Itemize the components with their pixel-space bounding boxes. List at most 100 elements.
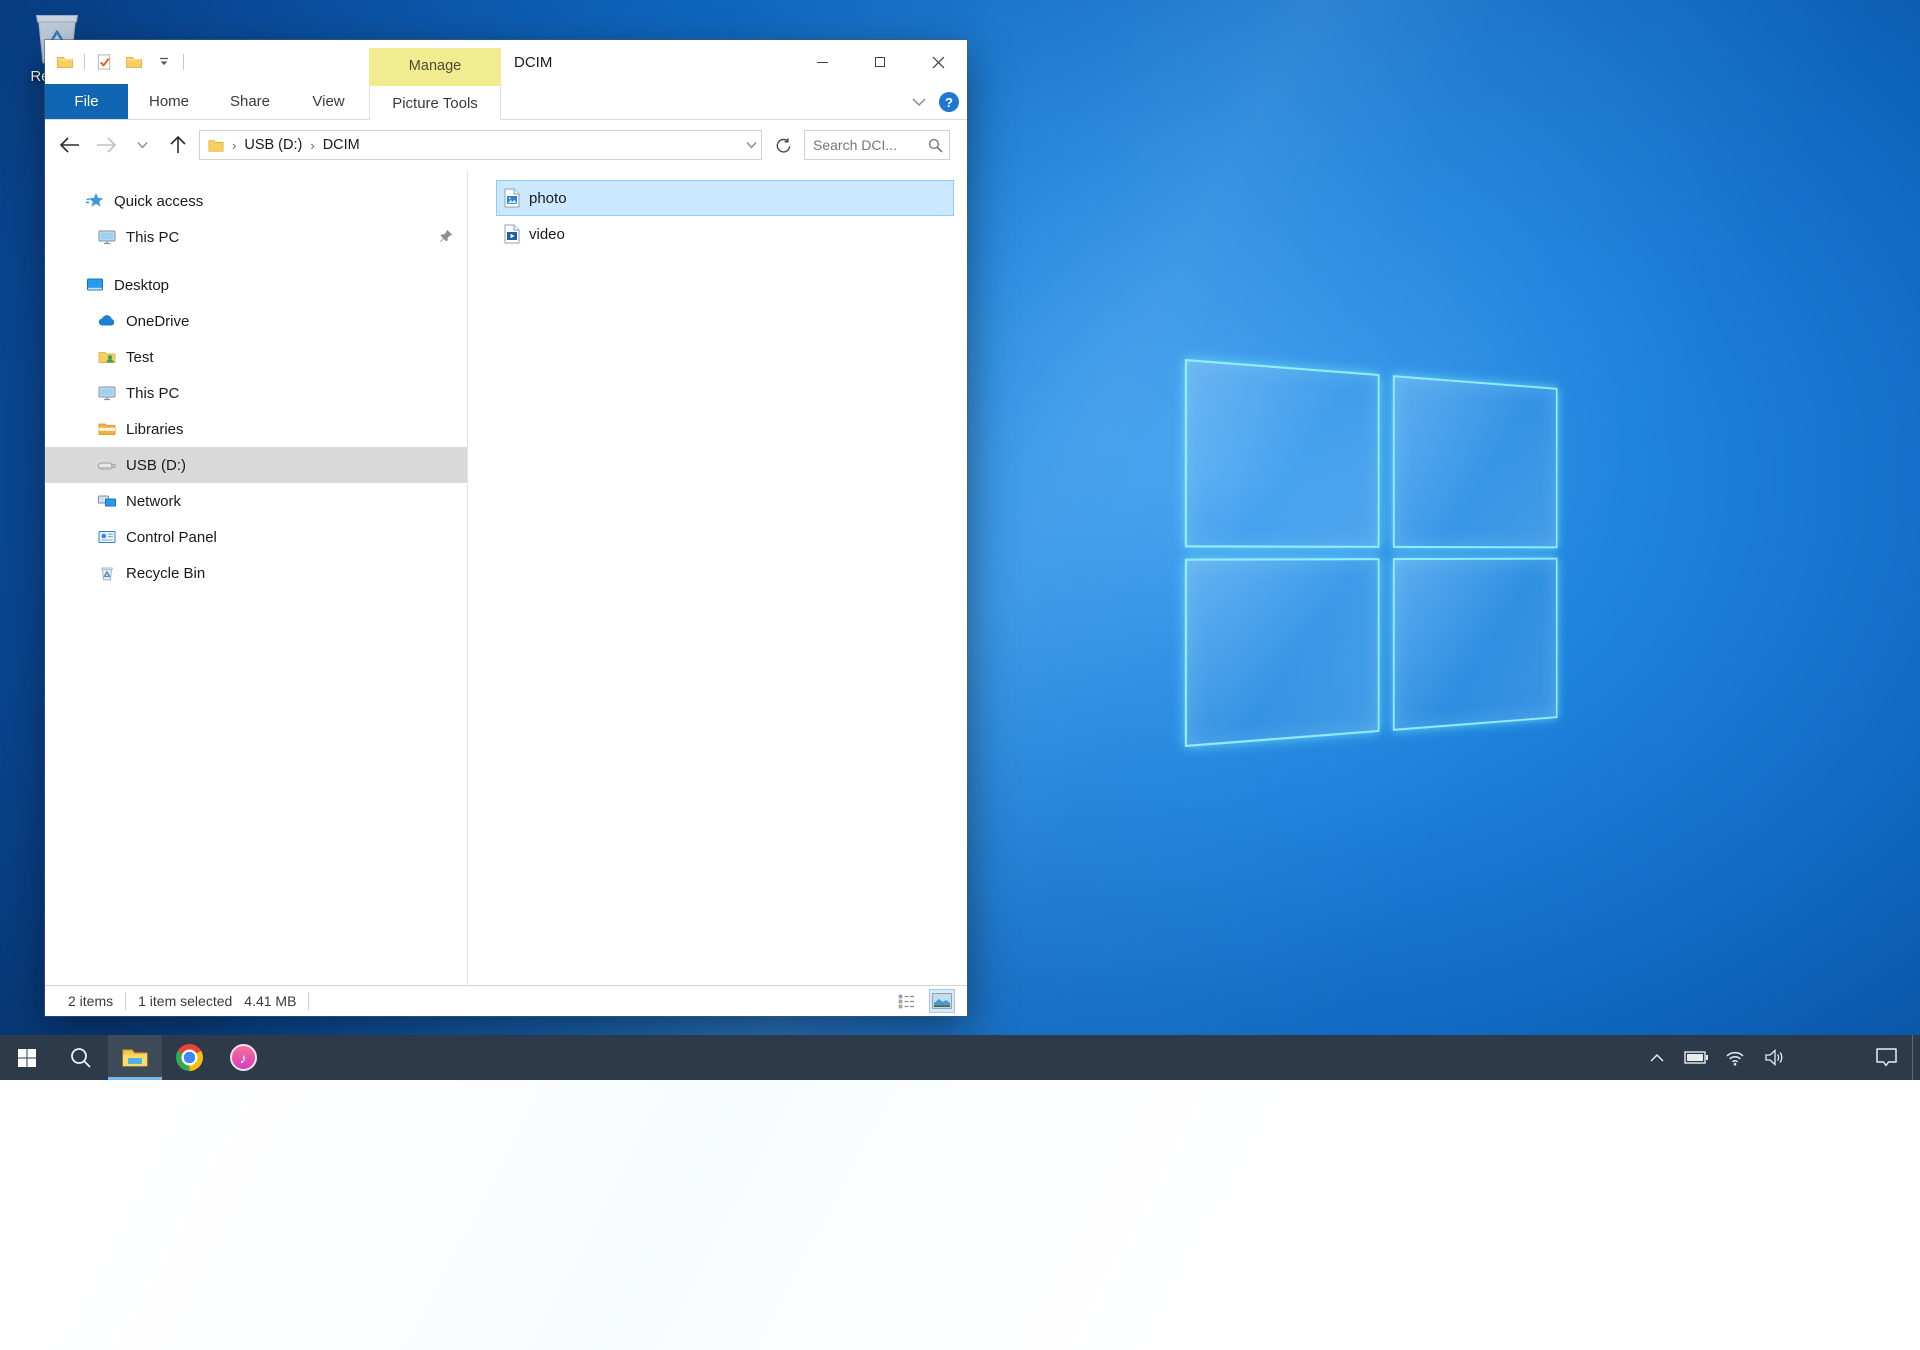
file-item-photo[interactable]: photo [496, 180, 954, 216]
file-list-pane[interactable]: photo video [468, 170, 967, 985]
quick-access-star-icon [85, 191, 105, 211]
maximize-icon [875, 57, 885, 67]
chrome-icon [176, 1044, 203, 1071]
file-explorer-window: Manage DCIM File Home Share View Picture… [45, 40, 967, 1016]
ribbon-right-controls: ? [911, 84, 959, 120]
search-box[interactable] [804, 130, 950, 160]
manage-contextual-group[interactable]: Manage [369, 48, 501, 84]
breadcrumb-chevron-icon: › [229, 138, 239, 153]
title-bar[interactable]: Manage DCIM [45, 40, 967, 84]
sidebar-item-onedrive[interactable]: OneDrive [45, 303, 467, 339]
close-button[interactable] [909, 40, 967, 84]
item-count: 2 items [68, 993, 113, 1009]
refresh-icon [775, 137, 792, 154]
search-icon[interactable] [928, 138, 943, 153]
music-note-glyph: ♪ [240, 1050, 247, 1066]
sidebar-item-label: Desktop [114, 277, 169, 294]
action-center-button[interactable] [1860, 1035, 1912, 1080]
ribbon-tab-row: File Home Share View Picture Tools ? [45, 84, 967, 120]
close-icon [932, 56, 945, 69]
minimize-button[interactable] [793, 40, 851, 84]
qat-new-folder-button[interactable] [123, 50, 145, 74]
toolbar-separator [84, 54, 85, 70]
action-center-icon [1875, 1047, 1898, 1068]
search-icon [69, 1046, 93, 1070]
new-folder-icon [125, 53, 143, 71]
tab-home[interactable]: Home [128, 84, 210, 119]
sidebar-item-label: Quick access [114, 193, 203, 210]
back-button[interactable] [55, 130, 85, 160]
wifi-status[interactable] [1716, 1035, 1754, 1080]
sidebar-item-desktop[interactable]: Desktop [45, 267, 467, 303]
window-title: DCIM [514, 40, 552, 84]
show-desktop-button[interactable] [1912, 1035, 1920, 1080]
navigation-pane: Quick access This PC Desktop [45, 170, 467, 985]
taskbar-file-explorer-button[interactable] [108, 1035, 162, 1080]
recent-locations-dropdown[interactable] [127, 130, 157, 160]
qat-properties-button[interactable] [93, 50, 115, 74]
expand-ribbon-chevron-icon[interactable] [911, 97, 927, 107]
sidebar-item-libraries[interactable]: Libraries [45, 411, 467, 447]
thumbnail-view-icon [932, 993, 952, 1009]
sidebar-item-this-pc-pinned[interactable]: This PC [45, 219, 467, 255]
volume-status[interactable] [1754, 1035, 1794, 1080]
status-separator [125, 992, 126, 1010]
file-item-video[interactable]: video [496, 216, 954, 252]
taskbar-chrome-button[interactable] [162, 1035, 216, 1080]
status-bar: 2 items 1 item selected 4.41 MB [45, 985, 967, 1016]
control-panel-icon [97, 527, 117, 547]
windows-start-icon [16, 1047, 38, 1069]
address-folder-icon [208, 138, 224, 152]
taskbar-itunes-button[interactable]: ♪ [216, 1035, 270, 1080]
breadcrumb-dcim[interactable]: DCIM [323, 137, 360, 153]
maximize-button[interactable] [851, 40, 909, 84]
tab-view[interactable]: View [290, 84, 367, 119]
battery-status[interactable] [1676, 1035, 1716, 1080]
breadcrumb-usb[interactable]: USB (D:) [244, 137, 302, 153]
sidebar-item-test[interactable]: Test [45, 339, 467, 375]
network-icon [97, 491, 117, 511]
up-button[interactable] [163, 130, 193, 160]
libraries-icon [97, 419, 117, 439]
chevron-down-icon [746, 141, 757, 149]
address-dropdown-button[interactable] [746, 137, 757, 153]
minimize-icon [817, 62, 828, 63]
forward-button[interactable] [91, 130, 121, 160]
details-view-icon [898, 994, 915, 1009]
selection-count: 1 item selected [138, 993, 232, 1009]
sidebar-item-label: Test [126, 349, 154, 366]
large-icons-view-button[interactable] [929, 989, 955, 1013]
details-view-button[interactable] [893, 989, 919, 1013]
sidebar-item-usb-d[interactable]: USB (D:) [45, 447, 467, 483]
tab-share[interactable]: Share [210, 84, 290, 119]
sidebar-item-recycle-bin[interactable]: Recycle Bin [45, 555, 467, 591]
sidebar-item-network[interactable]: Network [45, 483, 467, 519]
address-bar[interactable]: › USB (D:) › DCIM [199, 130, 762, 160]
chevron-up-icon [1650, 1053, 1664, 1062]
refresh-button[interactable] [768, 130, 798, 160]
this-pc-icon [97, 383, 117, 403]
file-explorer-icon [121, 1046, 149, 1070]
recycle-bin-icon [97, 563, 117, 583]
battery-icon [1684, 1051, 1708, 1064]
tab-picture-tools[interactable]: Picture Tools [369, 84, 501, 120]
itunes-icon: ♪ [230, 1044, 257, 1071]
help-button[interactable]: ? [939, 92, 959, 112]
speaker-icon [1764, 1049, 1784, 1066]
wifi-icon [1725, 1050, 1745, 1066]
tab-file[interactable]: File [45, 84, 128, 119]
tray-overflow-button[interactable] [1638, 1035, 1676, 1080]
sidebar-item-label: This PC [126, 229, 179, 246]
sidebar-item-control-panel[interactable]: Control Panel [45, 519, 467, 555]
chevron-down-icon [157, 55, 171, 69]
qat-customize-dropdown[interactable] [153, 50, 175, 74]
window-controls [793, 40, 967, 84]
breadcrumb-chevron-icon: › [307, 138, 317, 153]
properties-check-icon [96, 53, 113, 71]
sidebar-item-this-pc[interactable]: This PC [45, 375, 467, 411]
forward-arrow-icon [95, 136, 117, 154]
taskbar-search-button[interactable] [54, 1035, 108, 1080]
sidebar-item-quick-access[interactable]: Quick access [45, 183, 467, 219]
sidebar-item-label: OneDrive [126, 313, 189, 330]
start-button[interactable] [0, 1035, 54, 1080]
